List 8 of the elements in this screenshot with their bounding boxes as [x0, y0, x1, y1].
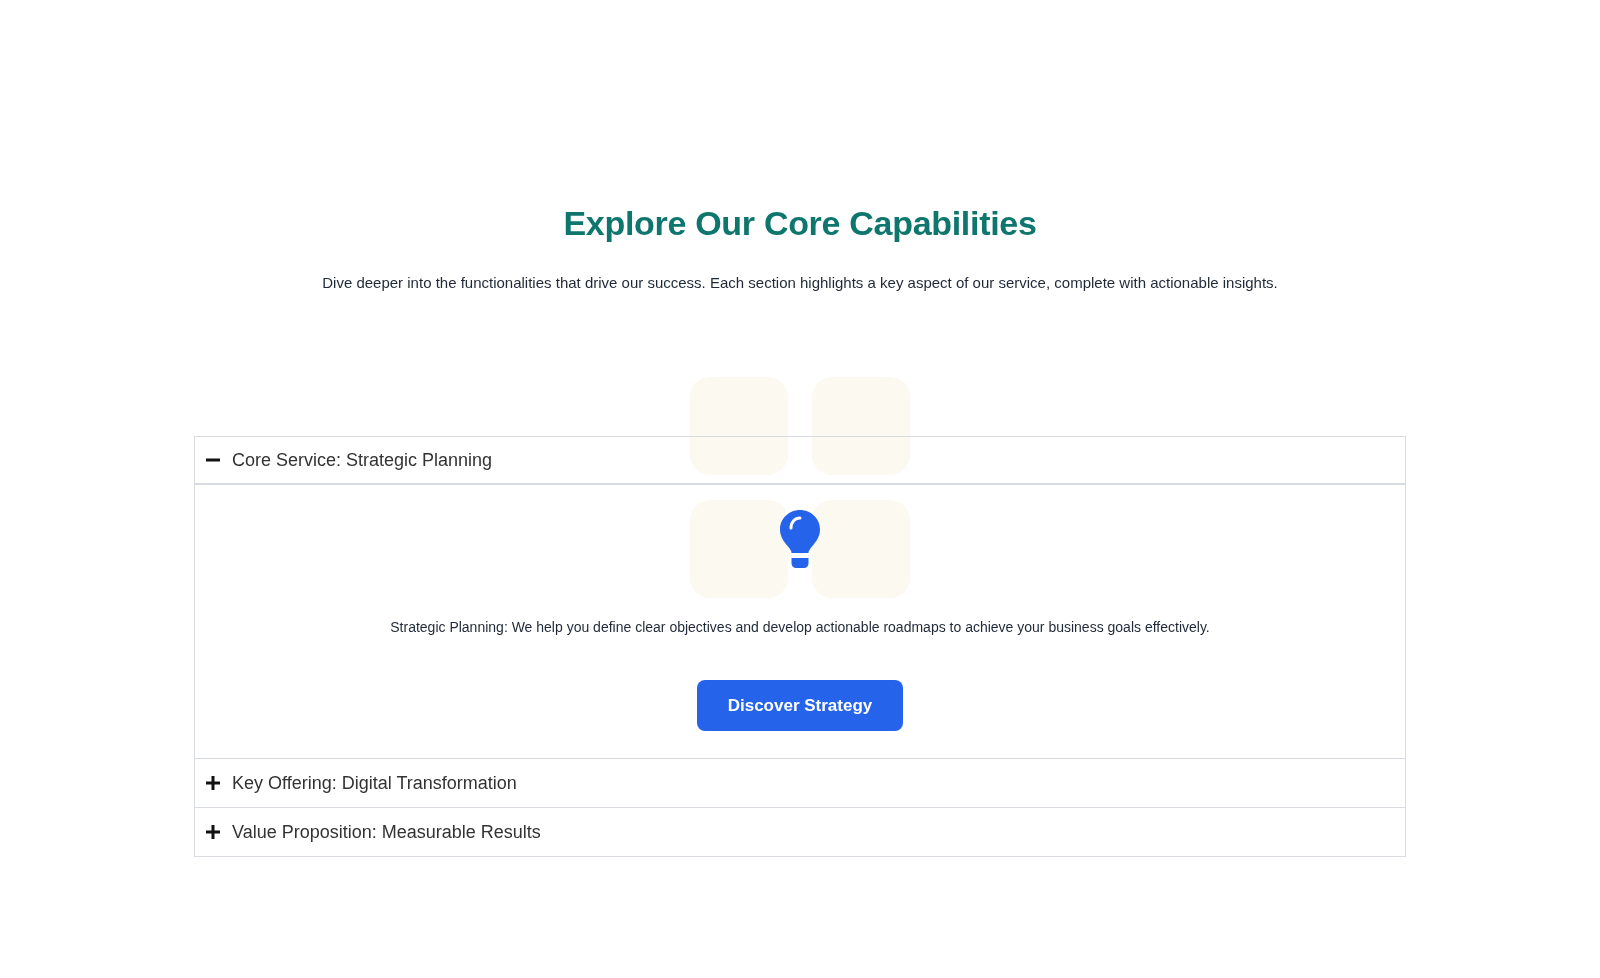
- panel-description: Strategic Planning: We help you define clear objectives and develop actionable roadmaps to achieve your business goals effectively.: [390, 618, 1210, 637]
- lightbulb-icon: [780, 510, 820, 568]
- discover-button[interactable]: Discover Strategy: [697, 680, 903, 731]
- section-heading: Explore Our Core Capabilities: [563, 203, 1037, 243]
- accordion-header[interactable]: Key Offering: Digital Transformation: [195, 759, 1405, 807]
- accordion-header[interactable]: Value Proposition: Measurable Results: [195, 808, 1405, 856]
- section-subtitle: Dive deeper into the functionalities that drive our success. Each section highlights a key aspect of our service, complete with actionable insights.: [322, 273, 1278, 293]
- accordion-header[interactable]: Core Service: Strategic Planning: [195, 437, 1405, 485]
